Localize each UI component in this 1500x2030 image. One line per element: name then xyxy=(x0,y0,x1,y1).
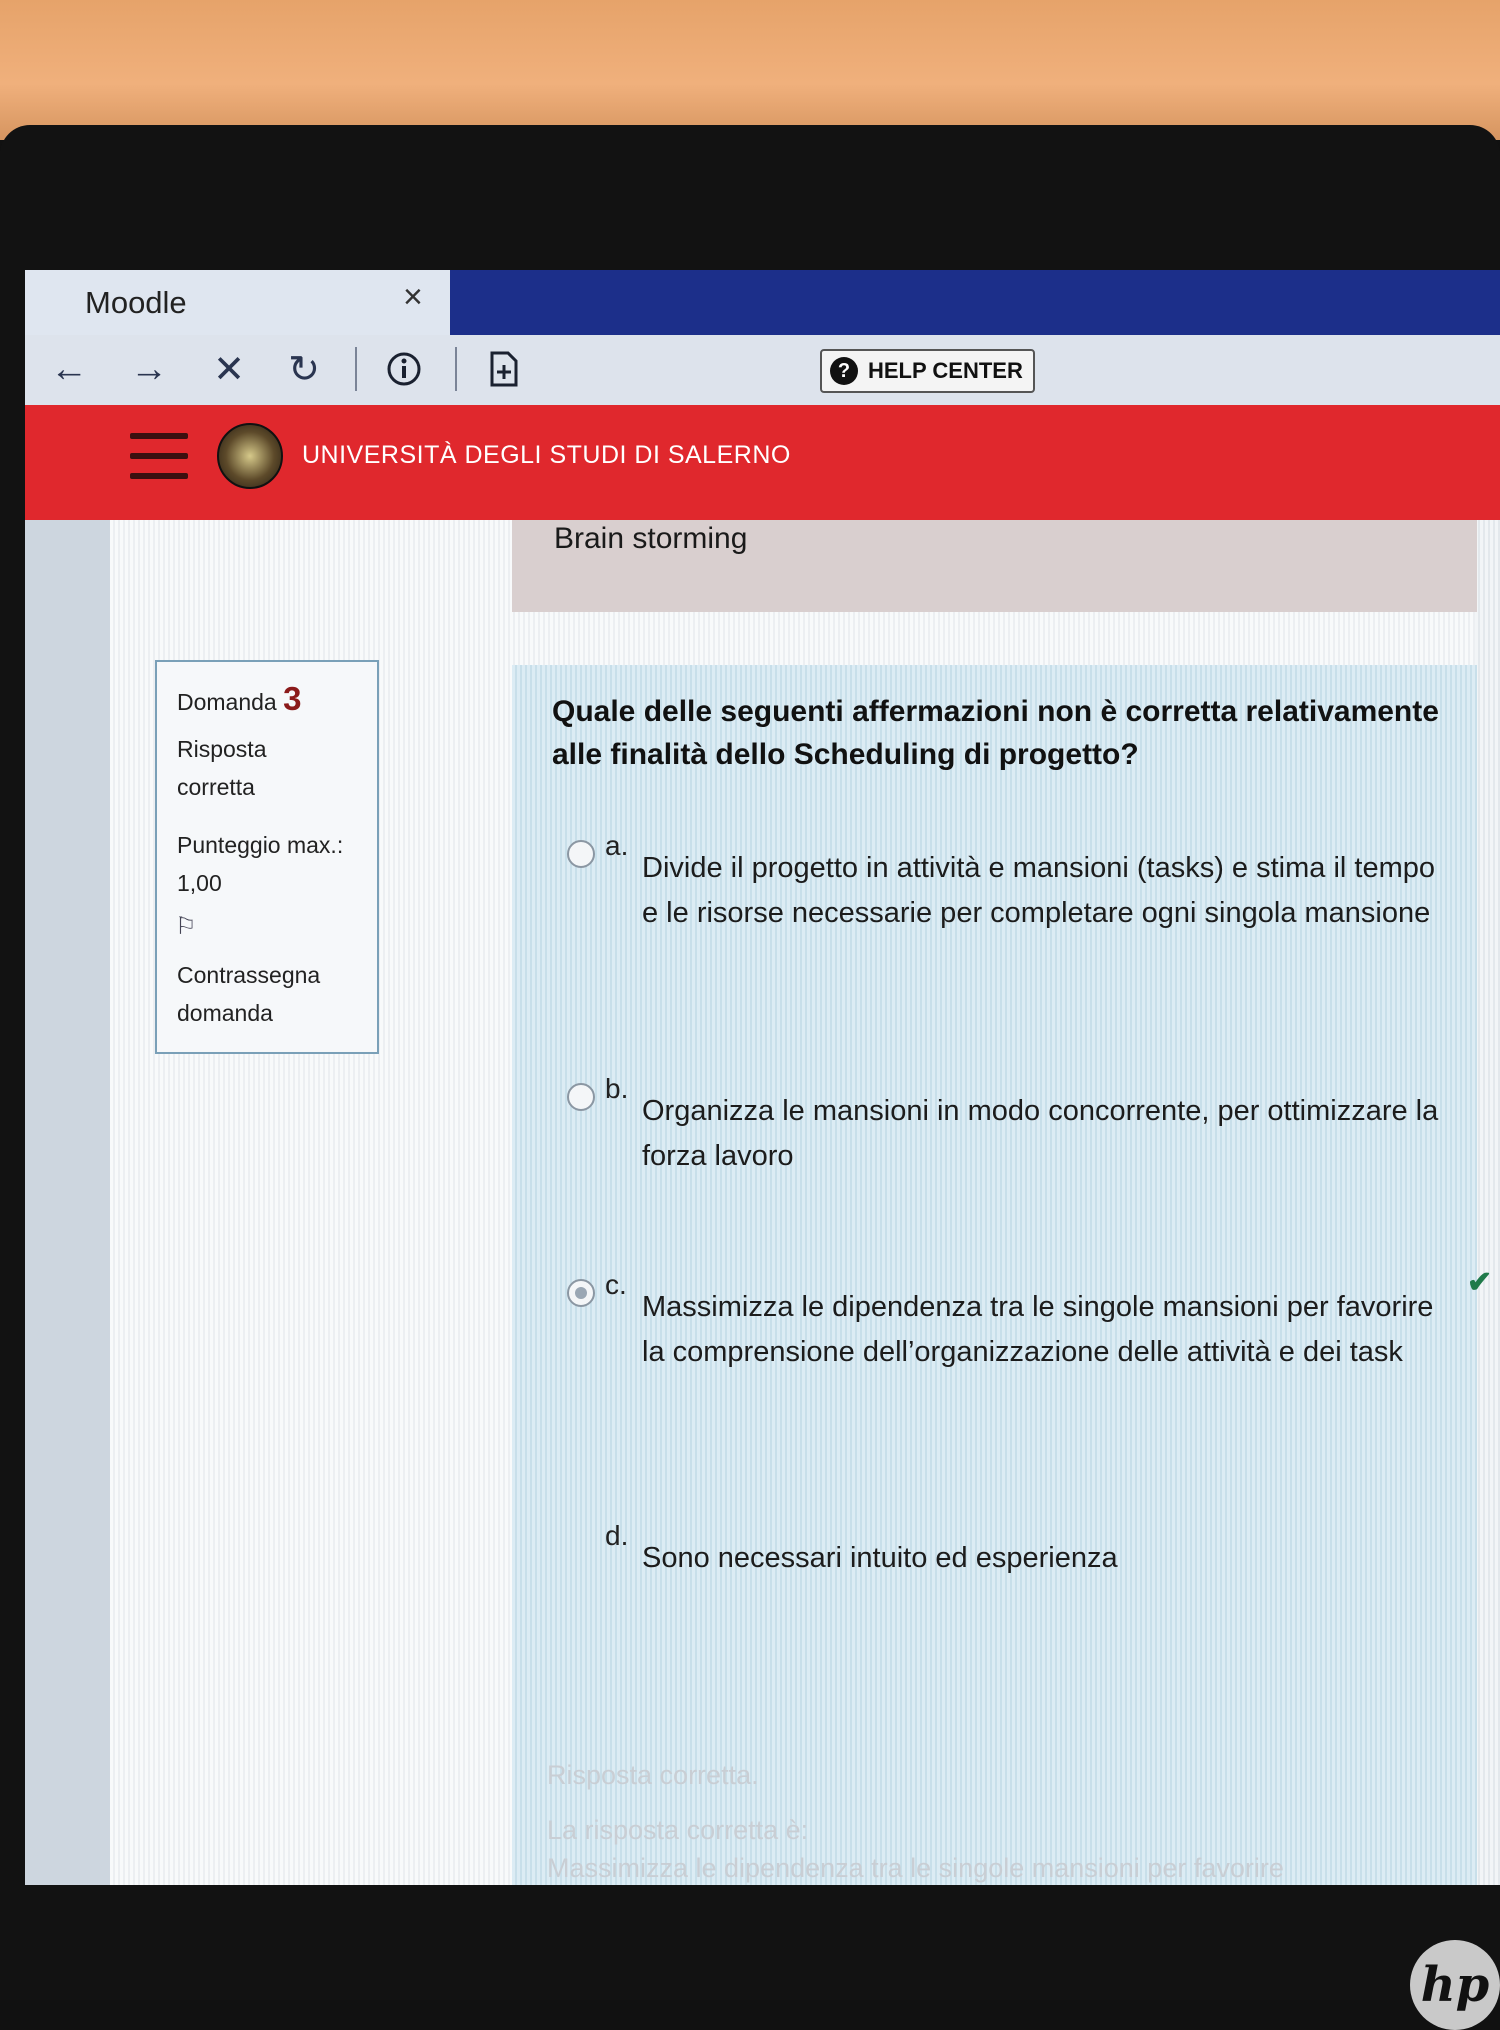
question-number: Domanda 3 xyxy=(177,680,302,717)
question-status: Risposta xyxy=(177,736,267,762)
option-letter: c. xyxy=(605,1269,627,1300)
tab-bar: Moodle × xyxy=(25,270,1500,335)
university-seal-icon[interactable] xyxy=(217,423,283,489)
screen: Moodle × ← → ✕ ↻ ? HELP CENTER UNIVERSIT… xyxy=(25,270,1500,1885)
left-drawer-strip xyxy=(25,520,110,1885)
flag-icon[interactable]: ⚐ xyxy=(175,912,197,941)
info-icon[interactable] xyxy=(380,345,428,393)
section-header: Brain storming xyxy=(512,520,1477,612)
site-name[interactable]: UNIVERSITÀ DEGLI STUDI DI SALERNO xyxy=(302,441,791,470)
browser-toolbar: ← → ✕ ↻ ? HELP CENTER xyxy=(25,335,1500,405)
flag-question-link[interactable]: Contrassegna xyxy=(177,956,320,994)
option-letter: b. xyxy=(605,1073,629,1104)
option-text: Organizza le mansioni in modo concorrent… xyxy=(642,1095,1439,1172)
toolbar-separator xyxy=(355,347,357,391)
menu-icon[interactable] xyxy=(130,433,188,481)
question-text: Quale delle seguenti affermazioni non è … xyxy=(552,695,1439,771)
flag-question-link-cont[interactable]: domanda xyxy=(177,994,273,1032)
option-text: Massimizza le dipendenza tra le singole … xyxy=(642,1291,1434,1368)
toolbar-separator xyxy=(455,347,457,391)
option-letter: a. xyxy=(605,830,629,861)
option-letter: d. xyxy=(605,1520,629,1551)
answer-option-d[interactable]: d. Sono necessari intuito ed esperienza xyxy=(567,1520,1447,1580)
help-center-button[interactable]: ? HELP CENTER xyxy=(820,349,1035,393)
forward-icon[interactable]: → xyxy=(125,345,173,393)
back-icon[interactable]: ← xyxy=(45,345,93,393)
answer-option-a[interactable]: a. Divide il progetto in attività e mans… xyxy=(567,830,1447,990)
tab-title: Moodle xyxy=(85,285,187,320)
section-title: Brain storming xyxy=(554,522,748,555)
new-document-icon[interactable] xyxy=(480,345,528,393)
reload-icon[interactable]: ↻ xyxy=(280,345,328,393)
option-text: Divide il progetto in attività e mansion… xyxy=(642,852,1435,929)
question-box: Quale delle seguenti affermazioni non è … xyxy=(512,665,1492,1885)
feedback-correct-answer: Massimizza le dipendenza tra le singole … xyxy=(547,1853,1284,1883)
feedback-result: Risposta corretta. xyxy=(547,1760,759,1790)
stop-icon[interactable]: ✕ xyxy=(205,345,253,393)
site-header: UNIVERSITÀ DEGLI STUDI DI SALERNO xyxy=(25,405,1500,520)
max-score-value: 1,00 xyxy=(177,870,222,896)
question-status-cont: corretta xyxy=(177,774,255,800)
page-content: Brain storming Domanda 3 Risposta corret… xyxy=(25,520,1500,1885)
option-text: Sono necessari intuito ed esperienza xyxy=(642,1542,1118,1574)
question-mark-icon: ? xyxy=(830,357,858,385)
background-wall xyxy=(0,0,1500,140)
question-info-panel: Domanda 3 Risposta corretta Punteggio ma… xyxy=(155,660,379,1054)
browser-tab[interactable]: Moodle × xyxy=(25,270,450,335)
max-score-label: Punteggio max.: xyxy=(177,832,344,858)
hp-logo: hp xyxy=(1410,1940,1500,2030)
main-region: Brain storming Domanda 3 Risposta corret… xyxy=(110,520,1492,1885)
answer-option-c[interactable]: c. Massimizza le dipendenza tra le singo… xyxy=(567,1266,1492,1419)
radio-b[interactable] xyxy=(567,1083,595,1111)
answer-option-b[interactable]: b. Organizza le mansioni in modo concorr… xyxy=(567,1073,1447,1173)
help-center-label: HELP CENTER xyxy=(868,358,1023,383)
radio-a[interactable] xyxy=(567,840,595,868)
radio-c[interactable] xyxy=(567,1279,595,1307)
correct-check-icon: ✔ xyxy=(1467,1266,1493,1299)
tab-close-icon[interactable]: × xyxy=(403,278,423,317)
